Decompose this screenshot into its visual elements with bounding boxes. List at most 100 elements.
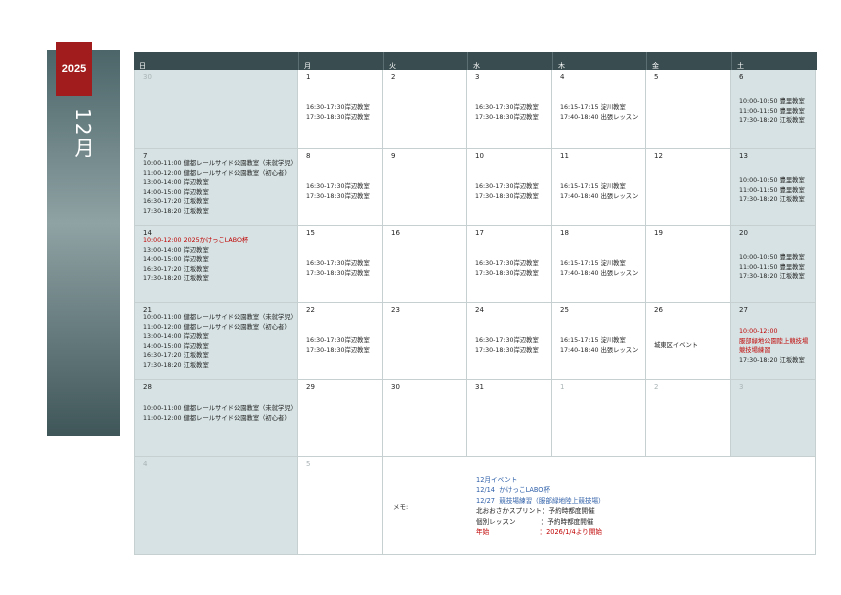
event-line: 16:30-17:30岸辺教室: [475, 337, 539, 344]
day-cell[interactable]: 14 10:00-12:00 2025かけっこLABO杯 13:00-14:00 岸…: [134, 226, 298, 303]
event-line: 17:30-18:30岸辺教室: [306, 346, 370, 354]
day-cell[interactable]: 18 16:15-17:15 淀川教室 17:40-18:40 出張レッスン: [552, 226, 646, 303]
day-cell[interactable]: 1 16:30-17:30岸辺教室 17:30-18:30岸辺教室: [298, 70, 383, 149]
day-cell[interactable]: 2: [383, 70, 467, 149]
memo-cell: メモ: 12月イベント 12/14 かけっこLABO杯 12/27 競技場練習（服部緑…: [383, 457, 816, 555]
event-line: 11:00-12:00 健都レールサイド公園教室（初心者）: [143, 169, 291, 177]
event-list: 16:30-17:30岸辺教室 17:30-18:30岸辺教室: [306, 103, 370, 122]
day-number: 28: [143, 383, 152, 391]
day-cell[interactable]: 17 16:30-17:30岸辺教室 17:30-18:30岸辺教室: [467, 226, 552, 303]
event-line: 16:30-17:30岸辺教室: [306, 260, 370, 267]
event-line: 16:30-17:30岸辺教室: [306, 337, 370, 344]
event-line: 17:30-18:30岸辺教室: [306, 192, 370, 200]
day-cell[interactable]: 31: [467, 380, 552, 457]
day-cell[interactable]: 22 16:30-17:30岸辺教室 17:30-18:30岸辺教室: [298, 303, 383, 380]
day-number: 2: [654, 383, 659, 391]
event-line: 17:40-18:40 出張レッスン: [560, 113, 639, 121]
day-cell[interactable]: 24 16:30-17:30岸辺教室 17:30-18:30岸辺教室: [467, 303, 552, 380]
day-cell[interactable]: 25 16:15-17:15 淀川教室 17:40-18:40 出張レッスン: [552, 303, 646, 380]
weekday-header: 日: [134, 52, 298, 70]
event-line: 17:30-18:30岸辺教室: [306, 113, 370, 121]
day-number: 30: [143, 73, 152, 81]
weekday-header: 月: [298, 52, 384, 70]
event-line: 11:00-12:00 健都レールサイド公園教室（初心者）: [143, 414, 291, 422]
event-line: 13:00-14:00 岸辺教室: [143, 333, 209, 341]
day-cell[interactable]: 5: [298, 457, 383, 555]
day-cell[interactable]: 9: [383, 149, 467, 226]
day-number: 3: [475, 73, 480, 81]
day-number: 23: [391, 306, 400, 314]
day-cell[interactable]: 16: [383, 226, 467, 303]
event-line: 11:00-11:50 豊里教室: [739, 186, 805, 194]
event-line: 17:30-18:20 江坂教室: [143, 275, 209, 283]
event-list: 10:00-10:50 豊里教室 11:00-11:50 豊里教室 17:30-18…: [739, 253, 805, 282]
day-cell[interactable]: 30: [383, 380, 467, 457]
event-list: 10:00-11:00 健都レールサイド公園教室（未就学児） 11:00-12:0…: [143, 159, 297, 217]
day-number: 29: [306, 383, 315, 391]
day-cell[interactable]: 3 16:30-17:30岸辺教室 17:30-18:30岸辺教室: [467, 70, 552, 149]
event-line: 16:15-17:15 淀川教室: [560, 260, 626, 267]
day-cell[interactable]: 1: [552, 380, 646, 457]
day-cell[interactable]: 2: [646, 380, 731, 457]
event-line: 10:00-12:00 2025かけっこLABO杯: [143, 237, 249, 244]
day-number: 4: [560, 73, 565, 81]
event-line: 11:00-11:50 豊里教室: [739, 263, 805, 271]
day-cell[interactable]: 20 10:00-10:50 豊里教室 11:00-11:50 豊里教室 17:30-…: [731, 226, 816, 303]
event-line: 16:30-17:30岸辺教室: [306, 104, 370, 111]
day-cell[interactable]: 8 16:30-17:30岸辺教室 17:30-18:30岸辺教室: [298, 149, 383, 226]
event-line: 16:15-17:15 淀川教室: [560, 183, 626, 190]
event-line: 13:00-14:00 岸辺教室: [143, 246, 209, 254]
event-line: 城東区イベント: [654, 342, 699, 349]
day-number: 5: [306, 460, 311, 468]
day-cell[interactable]: 23: [383, 303, 467, 380]
weekday-header: 木: [552, 52, 647, 70]
weekday-header: 水: [467, 52, 553, 70]
day-cell[interactable]: 30: [134, 70, 298, 149]
day-number: 22: [306, 306, 315, 314]
event-list: 16:15-17:15 淀川教室 17:40-18:40 出張レッスン: [560, 336, 638, 355]
event-list: 10:00-12:00 2025かけっこLABO杯 13:00-14:00 岸辺教…: [143, 236, 248, 284]
event-list: 16:30-17:30岸辺教室 17:30-18:30岸辺教室: [475, 182, 539, 201]
memo-line: 北おおさかスプリント：予約時都度開催: [476, 507, 595, 516]
day-cell[interactable]: 4: [134, 457, 298, 555]
day-cell[interactable]: 11 16:15-17:15 淀川教室 17:40-18:40 出張レッスン: [552, 149, 646, 226]
day-cell[interactable]: 6 10:00-10:50 豊里教室 11:00-11:50 豊里教室 17:30-1…: [731, 70, 816, 149]
event-line: 14:00-15:00 岸辺教室: [143, 188, 209, 196]
day-cell[interactable]: 7 10:00-11:00 健都レールサイド公園教室（未就学児） 11:00-12:…: [134, 149, 298, 226]
day-cell[interactable]: 21 10:00-11:00 健都レールサイド公園教室（未就学児） 11:00-12…: [134, 303, 298, 380]
day-number: 11: [560, 152, 569, 160]
month-title: 12月: [71, 108, 95, 160]
event-list: 16:30-17:30岸辺教室 17:30-18:30岸辺教室: [306, 182, 370, 201]
day-cell[interactable]: 15 16:30-17:30岸辺教室 17:30-18:30岸辺教室: [298, 226, 383, 303]
event-line: 16:30-17:30岸辺教室: [475, 183, 539, 190]
day-number: 24: [475, 306, 484, 314]
day-number: 17: [475, 229, 484, 237]
event-list: 10:00-11:00 健都レールサイド公園教室（未就学児） 11:00-12:0…: [143, 404, 297, 423]
day-cell[interactable]: 26 城東区イベント: [646, 303, 731, 380]
event-line: 10:00-10:50 豊里教室: [739, 177, 805, 184]
day-cell[interactable]: 10 16:30-17:30岸辺教室 17:30-18:30岸辺教室: [467, 149, 552, 226]
day-cell[interactable]: 5: [646, 70, 731, 149]
event-line: 10:00-11:00 健都レールサイド公園教室（未就学児）: [143, 160, 297, 167]
day-cell[interactable]: 28 10:00-11:00 健都レールサイド公園教室（未就学児） 11:00-12…: [134, 380, 298, 457]
day-cell[interactable]: 29: [298, 380, 383, 457]
event-line: 17:30-18:20 江坂教室: [739, 273, 805, 281]
event-line: 11:00-11:50 豊里教室: [739, 107, 805, 115]
event-line: 10:00-11:00 健都レールサイド公園教室（未就学児）: [143, 314, 297, 321]
event-list: 16:30-17:30岸辺教室 17:30-18:30岸辺教室: [475, 336, 539, 355]
day-number: 3: [739, 383, 744, 391]
day-cell[interactable]: 4 16:15-17:15 淀川教室 17:40-18:40 出張レッスン: [552, 70, 646, 149]
day-cell[interactable]: 27 10:00-12:00 服部緑地公園陸上競技場 競技場練習 17:30-18:20…: [731, 303, 816, 380]
day-cell[interactable]: 13 10:00-10:50 豊里教室 11:00-11:50 豊里教室 17:30-…: [731, 149, 816, 226]
event-line: 16:30-17:30岸辺教室: [475, 260, 539, 267]
day-number: 27: [739, 306, 748, 314]
weekday-header: 火: [383, 52, 468, 70]
day-number: 1: [560, 383, 565, 391]
event-line: 17:30-18:20 江坂教室: [143, 361, 209, 369]
day-cell[interactable]: 19: [646, 226, 731, 303]
day-cell[interactable]: 3: [731, 380, 816, 457]
day-number: 18: [560, 229, 569, 237]
event-list: 城東区イベント: [654, 341, 698, 351]
day-cell[interactable]: 12: [646, 149, 731, 226]
event-line: 17:40-18:40 出張レッスン: [560, 192, 639, 200]
